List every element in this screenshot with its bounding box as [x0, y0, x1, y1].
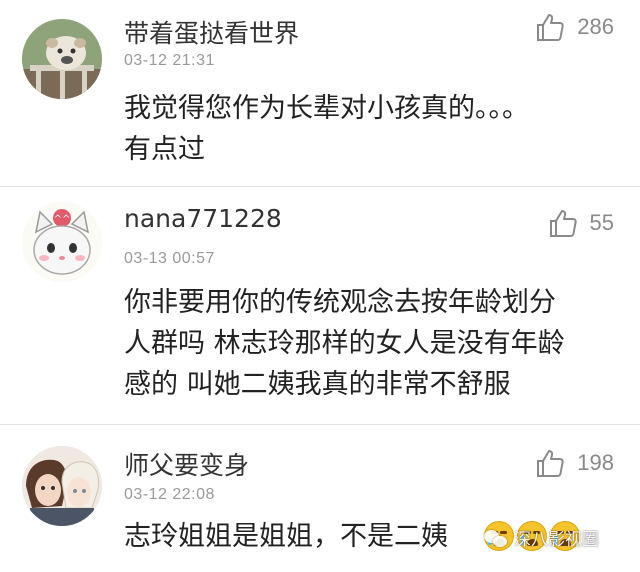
user-avatar[interactable]: ^^: [22, 202, 102, 282]
comment-username[interactable]: nana771228: [124, 204, 282, 233]
like-count: 286: [577, 14, 614, 39]
watermark: 深八影视圈: [484, 525, 599, 550]
comment-body-line: 我觉得您作为长辈对小孩真的。。。: [124, 93, 529, 124]
comment-username[interactable]: 师父要变身: [124, 446, 249, 482]
comment-body: 你非要用你的传统观念去按年龄划分 人群吗 林志玲那样的女人是没有年龄 感的 叫她…: [124, 282, 624, 405]
comment-body-line: 有点过: [124, 134, 205, 165]
like-count: 55: [589, 210, 614, 235]
watermark-text: 深八影视圈: [514, 530, 599, 550]
comment-body-line: 你非要用你的传统观念去按年龄划分: [124, 287, 556, 318]
cartoon-cat-avatar-icon: ^^: [22, 202, 102, 282]
like-count: 198: [577, 450, 614, 475]
comment-body-line: 人群吗 林志玲那样的女人是没有年龄: [124, 328, 565, 359]
svg-text:^^: ^^: [54, 214, 71, 225]
comment-body: 我觉得您作为长辈对小孩真的。。。 有点过: [124, 88, 624, 170]
comment-body-line: 感的 叫她二姨我真的非常不舒服: [124, 369, 511, 400]
comment-item: 带着蛋挞看世界 03-12 21:31 286 我觉得您作为长辈对小孩真的。。。…: [0, 0, 640, 186]
comment-timestamp: 03-12 22:08: [124, 486, 215, 503]
thumbs-up-icon: [537, 14, 564, 41]
thumbs-up-icon: [549, 210, 577, 237]
user-avatar[interactable]: [22, 446, 102, 526]
wechat-logo-icon: [484, 528, 510, 548]
user-avatar[interactable]: [22, 19, 102, 99]
comment-item: ^^ nana771228 03-13 00:57 55 你非要用你的传统观念去…: [0, 186, 640, 424]
anime-boys-avatar-icon: [22, 446, 102, 526]
thumbs-up-icon: [537, 450, 564, 477]
comment-timestamp: 03-12 21:31: [124, 52, 215, 69]
comment-timestamp: 03-13 00:57: [124, 250, 215, 267]
bulldog-avatar-icon: [22, 19, 102, 99]
like-button[interactable]: 198: [535, 448, 614, 478]
like-button[interactable]: 286: [535, 12, 614, 42]
like-button[interactable]: 55: [548, 208, 614, 238]
comment-username[interactable]: 带着蛋挞看世界: [124, 14, 299, 50]
